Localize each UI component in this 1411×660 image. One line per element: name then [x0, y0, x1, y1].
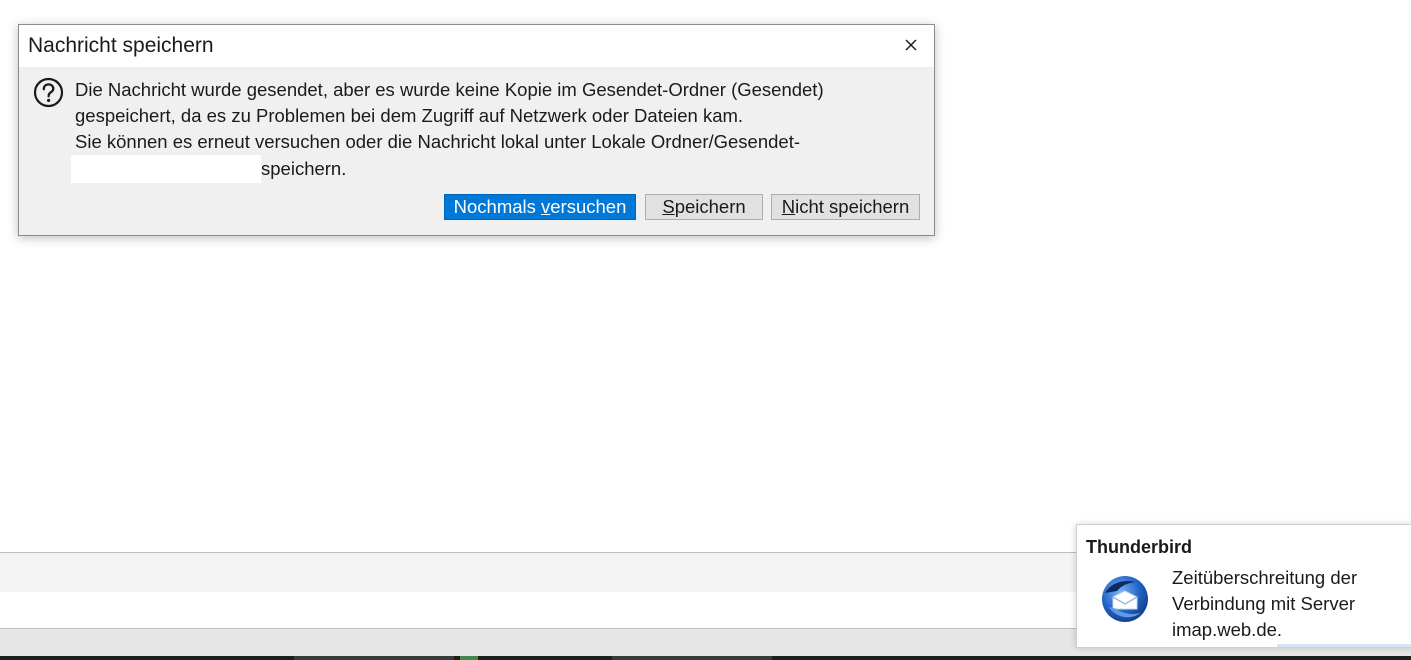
notification-toast[interactable]: Thunderbird Zeitüberschreitung der Verbi… [1076, 524, 1411, 648]
taskbar-item[interactable] [612, 656, 772, 660]
message-line: Sie können es erneut versuchen oder die … [75, 131, 801, 152]
taskbar-item[interactable] [294, 656, 454, 660]
thunderbird-logo-icon [1102, 576, 1148, 622]
dialog-title: Nachricht speichern [28, 34, 214, 57]
save-label-post: peichern [674, 196, 746, 217]
notification-app-name: Thunderbird [1086, 537, 1192, 557]
close-icon[interactable] [902, 36, 920, 54]
redacted-region [71, 155, 261, 183]
retry-label-pre: Nochmals [453, 196, 542, 217]
message-line-end: speichern. [261, 158, 347, 179]
dont-save-label-post: icht speichern [795, 196, 910, 217]
notification-line: imap.web.de. [1172, 619, 1283, 640]
dialog-titlebar: Nachricht speichern [19, 25, 934, 67]
dont-save-button[interactable]: Nicht speichern [771, 194, 920, 220]
save-accel: S [662, 196, 675, 217]
notification-accent-bar [1277, 644, 1411, 647]
retry-accel: v [541, 196, 551, 217]
question-icon [33, 77, 64, 108]
save-message-dialog: Nachricht speichern Die Nachricht wurde … [18, 24, 935, 236]
retry-button[interactable]: Nochmals versuchen [444, 194, 636, 220]
dialog-message: Die Nachricht wurde gesendet, aber es wu… [71, 77, 915, 183]
message-line: gespeichert, da es zu Problemen bei dem … [75, 105, 744, 126]
retry-label-post: ersuchen [550, 196, 627, 217]
message-line-last: speichern. [71, 155, 915, 183]
notification-line: Verbindung mit Server [1172, 593, 1356, 614]
notification-message: Zeitüberschreitung der Verbindung mit Se… [1172, 565, 1411, 643]
notification-line: Zeitüberschreitung der [1172, 567, 1358, 588]
save-button[interactable]: Speichern [645, 194, 763, 220]
taskbar-item-active-indicator [460, 656, 478, 660]
message-line: Die Nachricht wurde gesendet, aber es wu… [75, 79, 824, 100]
dont-save-accel: N [781, 196, 796, 217]
